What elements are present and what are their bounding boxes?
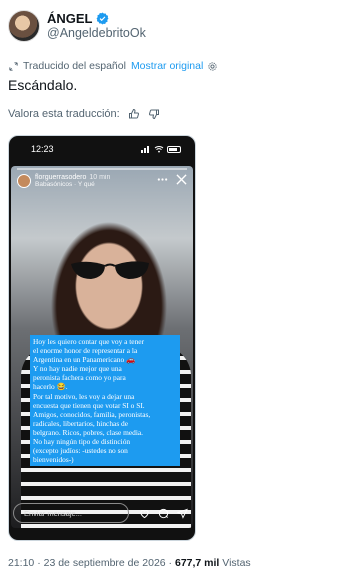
signal-icon bbox=[141, 146, 149, 153]
caption-line: Por tal motivo, les voy a dejar una bbox=[33, 391, 135, 401]
caption-line: peronista fachera como yo para bbox=[33, 373, 126, 383]
close-icon bbox=[176, 174, 187, 185]
show-original-link[interactable]: Mostrar original bbox=[131, 60, 203, 72]
more-icon bbox=[157, 178, 168, 181]
wifi-icon bbox=[154, 146, 164, 153]
comment-icon bbox=[158, 508, 169, 518]
heart-icon bbox=[140, 509, 149, 518]
translation-label: Traducido del español bbox=[23, 60, 126, 72]
sunglasses-shape bbox=[71, 261, 149, 279]
gear-icon[interactable] bbox=[207, 61, 218, 72]
caption-line: Hoy les quiero contar que voy a tener bbox=[33, 337, 145, 346]
verified-badge-icon bbox=[96, 12, 108, 25]
story-action-icons bbox=[139, 508, 188, 519]
send-icon bbox=[177, 508, 188, 519]
views-label: Vistas bbox=[222, 557, 251, 569]
caption-line: radicales, libertarios, hinchas de bbox=[33, 418, 129, 428]
story-progress-bar bbox=[17, 168, 187, 170]
caption-line: hacerlo 😂. bbox=[33, 382, 68, 392]
caption-line: Argentina en un Panamericano 🚗 bbox=[33, 355, 136, 365]
tweet-date[interactable]: 23 de septiembre de 2026 bbox=[44, 557, 166, 569]
caption-line: Amigos, conocidos, familia, peronistas, bbox=[33, 409, 151, 419]
caption-line: belgrano. Ricos, pobres, clase media. bbox=[33, 427, 144, 437]
story-time: 10 min bbox=[89, 174, 111, 181]
caption-line: bienvenidos-) bbox=[33, 455, 74, 465]
author-names: ÁNGEL @AngeldebritoOk bbox=[47, 11, 146, 41]
views-count: 677,7 mil bbox=[174, 557, 220, 569]
story-username: florguerrasodero bbox=[35, 174, 87, 181]
tweet-footer: 21:10 · 23 de septiembre de 2026 · 677,7… bbox=[8, 557, 251, 569]
caption-line: encuesta que tienen que votar SI o SI. bbox=[33, 400, 145, 410]
rate-label: Valora esta traducción: bbox=[8, 108, 120, 120]
story-avatar bbox=[17, 174, 31, 188]
caption-line: No hay ningún tipo de distinción bbox=[33, 437, 131, 447]
battery-icon bbox=[167, 145, 181, 153]
display-name[interactable]: ÁNGEL bbox=[47, 11, 93, 26]
media-image[interactable]: 12:23 florguerrasodero 10 min Babasónicos… bbox=[8, 135, 196, 541]
translation-notice: Traducido del español Mostrar original bbox=[8, 60, 218, 72]
thumbs-down-icon[interactable] bbox=[148, 108, 160, 120]
caption-line: el enorme honor de representar a la bbox=[33, 346, 138, 356]
status-icons bbox=[141, 145, 181, 153]
story-user: florguerrasodero 10 min Babasónicos · Y q… bbox=[17, 174, 110, 188]
footer-separator: · bbox=[165, 557, 175, 569]
thumbs-up-icon[interactable] bbox=[128, 108, 140, 120]
story-audio: Babasónicos · Y qué bbox=[35, 181, 95, 188]
footer-separator: · bbox=[34, 557, 44, 569]
name-row: ÁNGEL bbox=[47, 11, 146, 26]
story-caption: Hoy les quiero contar que voy a tener el… bbox=[30, 335, 180, 467]
phone-time: 12:23 bbox=[31, 144, 54, 154]
caption-line: Y no hay nadie mejor que una bbox=[33, 364, 122, 374]
rate-translation: Valora esta traducción: bbox=[8, 108, 160, 120]
handle[interactable]: @AngeldebritoOk bbox=[47, 26, 146, 41]
avatar[interactable] bbox=[8, 10, 40, 42]
tweet-time[interactable]: 21:10 bbox=[8, 557, 34, 569]
story-reply-bar: Enviar mensaje... bbox=[13, 502, 191, 524]
story-controls bbox=[157, 174, 187, 185]
translate-icon bbox=[9, 61, 18, 71]
tweet-header: ÁNGEL @AngeldebritoOk bbox=[8, 10, 146, 42]
story-reply-input: Enviar mensaje... bbox=[13, 503, 129, 523]
caption-line: (excepto judíos: -ustedes no son bbox=[33, 446, 128, 456]
tweet-text: Escándalo. bbox=[8, 77, 78, 93]
phone-status-bar: 12:23 bbox=[9, 136, 195, 162]
